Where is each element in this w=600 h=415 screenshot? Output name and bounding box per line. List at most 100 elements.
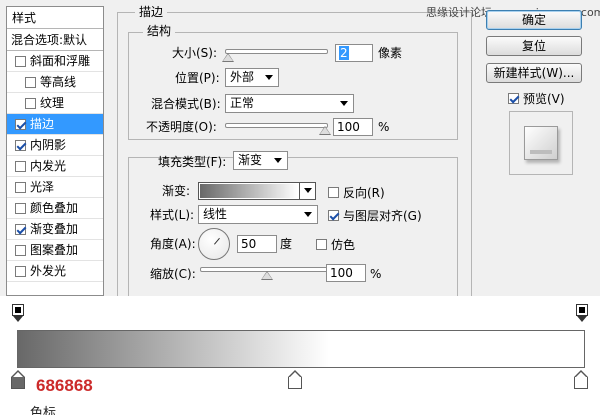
style-item[interactable]: 纹理 bbox=[7, 93, 103, 114]
color-stop-swatch bbox=[11, 377, 25, 389]
style-item-label: 颜色叠加 bbox=[30, 200, 79, 215]
opacity-slider[interactable] bbox=[225, 123, 328, 128]
angle-dial-needle bbox=[214, 237, 220, 245]
dither-label: 仿色 bbox=[331, 238, 356, 252]
size-slider-thumb[interactable] bbox=[221, 53, 234, 62]
style-item-label: 光泽 bbox=[30, 179, 55, 194]
style-select[interactable]: 线性 bbox=[198, 205, 318, 224]
checkbox-icon[interactable] bbox=[316, 239, 327, 250]
style-item-label: 斜面和浮雕 bbox=[30, 53, 91, 68]
gradient-bar[interactable] bbox=[17, 330, 585, 368]
structure-title: 结构 bbox=[143, 24, 176, 38]
color-stop-swatch bbox=[574, 377, 588, 389]
preview-label: 预览(V) bbox=[523, 92, 565, 106]
align-with-layer-checkbox[interactable]: 与图层对齐(G) bbox=[328, 207, 422, 224]
preview-checkbox[interactable]: 预览(V) bbox=[508, 90, 565, 107]
editor-caption: 色标 bbox=[30, 406, 57, 415]
checkbox-icon[interactable] bbox=[25, 76, 36, 88]
stroke-title: 描边 bbox=[135, 5, 168, 19]
blend-options-item[interactable]: 混合选项:默认 bbox=[7, 29, 103, 51]
angle-unit: 度 bbox=[280, 237, 293, 251]
fill-type-label: 填充类型(F): bbox=[158, 155, 227, 169]
styles-panel: 样式 混合选项:默认 斜面和浮雕等高线纹理描边内阴影内发光光泽颜色叠加渐变叠加图… bbox=[6, 6, 104, 296]
reverse-checkbox[interactable]: 反向(R) bbox=[328, 184, 385, 201]
styles-header[interactable]: 样式 bbox=[7, 7, 103, 29]
color-stop-right[interactable] bbox=[574, 370, 588, 390]
stop-pointer-icon bbox=[577, 316, 587, 322]
position-select[interactable]: 外部 bbox=[225, 68, 279, 87]
style-item[interactable]: 颜色叠加 bbox=[7, 198, 103, 219]
blend-mode-label: 混合模式(B): bbox=[151, 97, 221, 111]
opacity-label: 不透明度(O): bbox=[146, 120, 217, 134]
size-slider[interactable] bbox=[225, 49, 328, 54]
opacity-slider-thumb[interactable] bbox=[319, 126, 331, 135]
checkbox-icon[interactable] bbox=[15, 160, 26, 172]
angle-input[interactable]: 50 bbox=[237, 235, 277, 253]
stop-pointer-icon bbox=[288, 370, 302, 377]
chevron-down-icon bbox=[304, 212, 312, 217]
checkbox-icon[interactable] bbox=[15, 181, 26, 193]
style-item-label: 内阴影 bbox=[30, 137, 67, 152]
gradient-picker[interactable] bbox=[198, 182, 316, 200]
opacity-stop-icon bbox=[12, 304, 24, 316]
style-item-label: 描边 bbox=[30, 116, 55, 131]
size-input[interactable]: 2 bbox=[335, 44, 373, 62]
angle-dial[interactable] bbox=[198, 228, 230, 260]
style-item[interactable]: 斜面和浮雕 bbox=[7, 51, 103, 72]
style-item[interactable]: 内阴影 bbox=[7, 135, 103, 156]
style-item-label: 内发光 bbox=[30, 158, 67, 173]
style-item[interactable]: 光泽 bbox=[7, 177, 103, 198]
color-stop-swatch bbox=[288, 377, 302, 389]
align-label: 与图层对齐(G) bbox=[343, 209, 422, 223]
checkbox-icon[interactable] bbox=[15, 118, 26, 130]
gradient-label: 渐变: bbox=[162, 184, 191, 198]
chevron-down-icon bbox=[340, 101, 348, 106]
chevron-down-icon bbox=[274, 158, 282, 163]
checkbox-icon[interactable] bbox=[508, 93, 519, 104]
blend-mode-select[interactable]: 正常 bbox=[225, 94, 354, 113]
style-item[interactable]: 内发光 bbox=[7, 156, 103, 177]
checkbox-icon[interactable] bbox=[15, 223, 26, 235]
scale-label: 缩放(C): bbox=[150, 267, 196, 281]
color-stop-middle[interactable] bbox=[288, 370, 302, 390]
style-item-label: 外发光 bbox=[30, 263, 67, 278]
checkbox-icon[interactable] bbox=[15, 202, 26, 214]
checkbox-icon[interactable] bbox=[15, 55, 26, 67]
style-item-label: 渐变叠加 bbox=[30, 221, 79, 236]
new-style-button[interactable]: 新建样式(W)... bbox=[486, 63, 582, 83]
style-item[interactable]: 图案叠加 bbox=[7, 240, 103, 261]
style-label: 样式(L): bbox=[150, 208, 195, 222]
style-item[interactable]: 外发光 bbox=[7, 261, 103, 282]
reset-button[interactable]: 复位 bbox=[486, 36, 582, 56]
chevron-down-icon bbox=[265, 75, 273, 80]
gradient-dropdown-button[interactable] bbox=[299, 183, 315, 199]
fill-type-select[interactable]: 渐变 bbox=[233, 151, 288, 170]
scale-input[interactable]: 100 bbox=[326, 264, 366, 282]
reverse-label: 反向(R) bbox=[343, 186, 385, 200]
checkbox-icon[interactable] bbox=[15, 265, 26, 277]
size-label: 大小(S): bbox=[172, 46, 218, 60]
checkbox-icon[interactable] bbox=[328, 187, 339, 198]
stop-pointer-icon bbox=[574, 370, 588, 377]
dither-checkbox[interactable]: 仿色 bbox=[316, 236, 355, 253]
color-stop-left[interactable] bbox=[11, 370, 25, 390]
checkbox-icon[interactable] bbox=[15, 139, 26, 151]
style-item-label: 图案叠加 bbox=[30, 242, 79, 257]
style-item[interactable]: 等高线 bbox=[7, 72, 103, 93]
ok-button[interactable]: 确定 bbox=[486, 10, 582, 30]
opacity-stop-left[interactable] bbox=[12, 304, 24, 324]
opacity-stop-right[interactable] bbox=[576, 304, 588, 324]
style-item-label: 等高线 bbox=[40, 74, 77, 89]
checkbox-icon[interactable] bbox=[328, 210, 339, 221]
preview-swatch bbox=[524, 126, 558, 160]
scale-slider-thumb[interactable] bbox=[261, 271, 273, 280]
style-item[interactable]: 描边 bbox=[7, 114, 103, 135]
opacity-unit: % bbox=[378, 120, 390, 134]
style-item[interactable]: 渐变叠加 bbox=[7, 219, 103, 240]
opacity-input[interactable]: 100 bbox=[333, 118, 373, 136]
position-label: 位置(P): bbox=[175, 71, 220, 85]
gradient-preview[interactable] bbox=[200, 184, 298, 198]
checkbox-icon[interactable] bbox=[15, 244, 26, 256]
checkbox-icon[interactable] bbox=[25, 97, 36, 109]
size-unit: 像素 bbox=[378, 46, 403, 60]
